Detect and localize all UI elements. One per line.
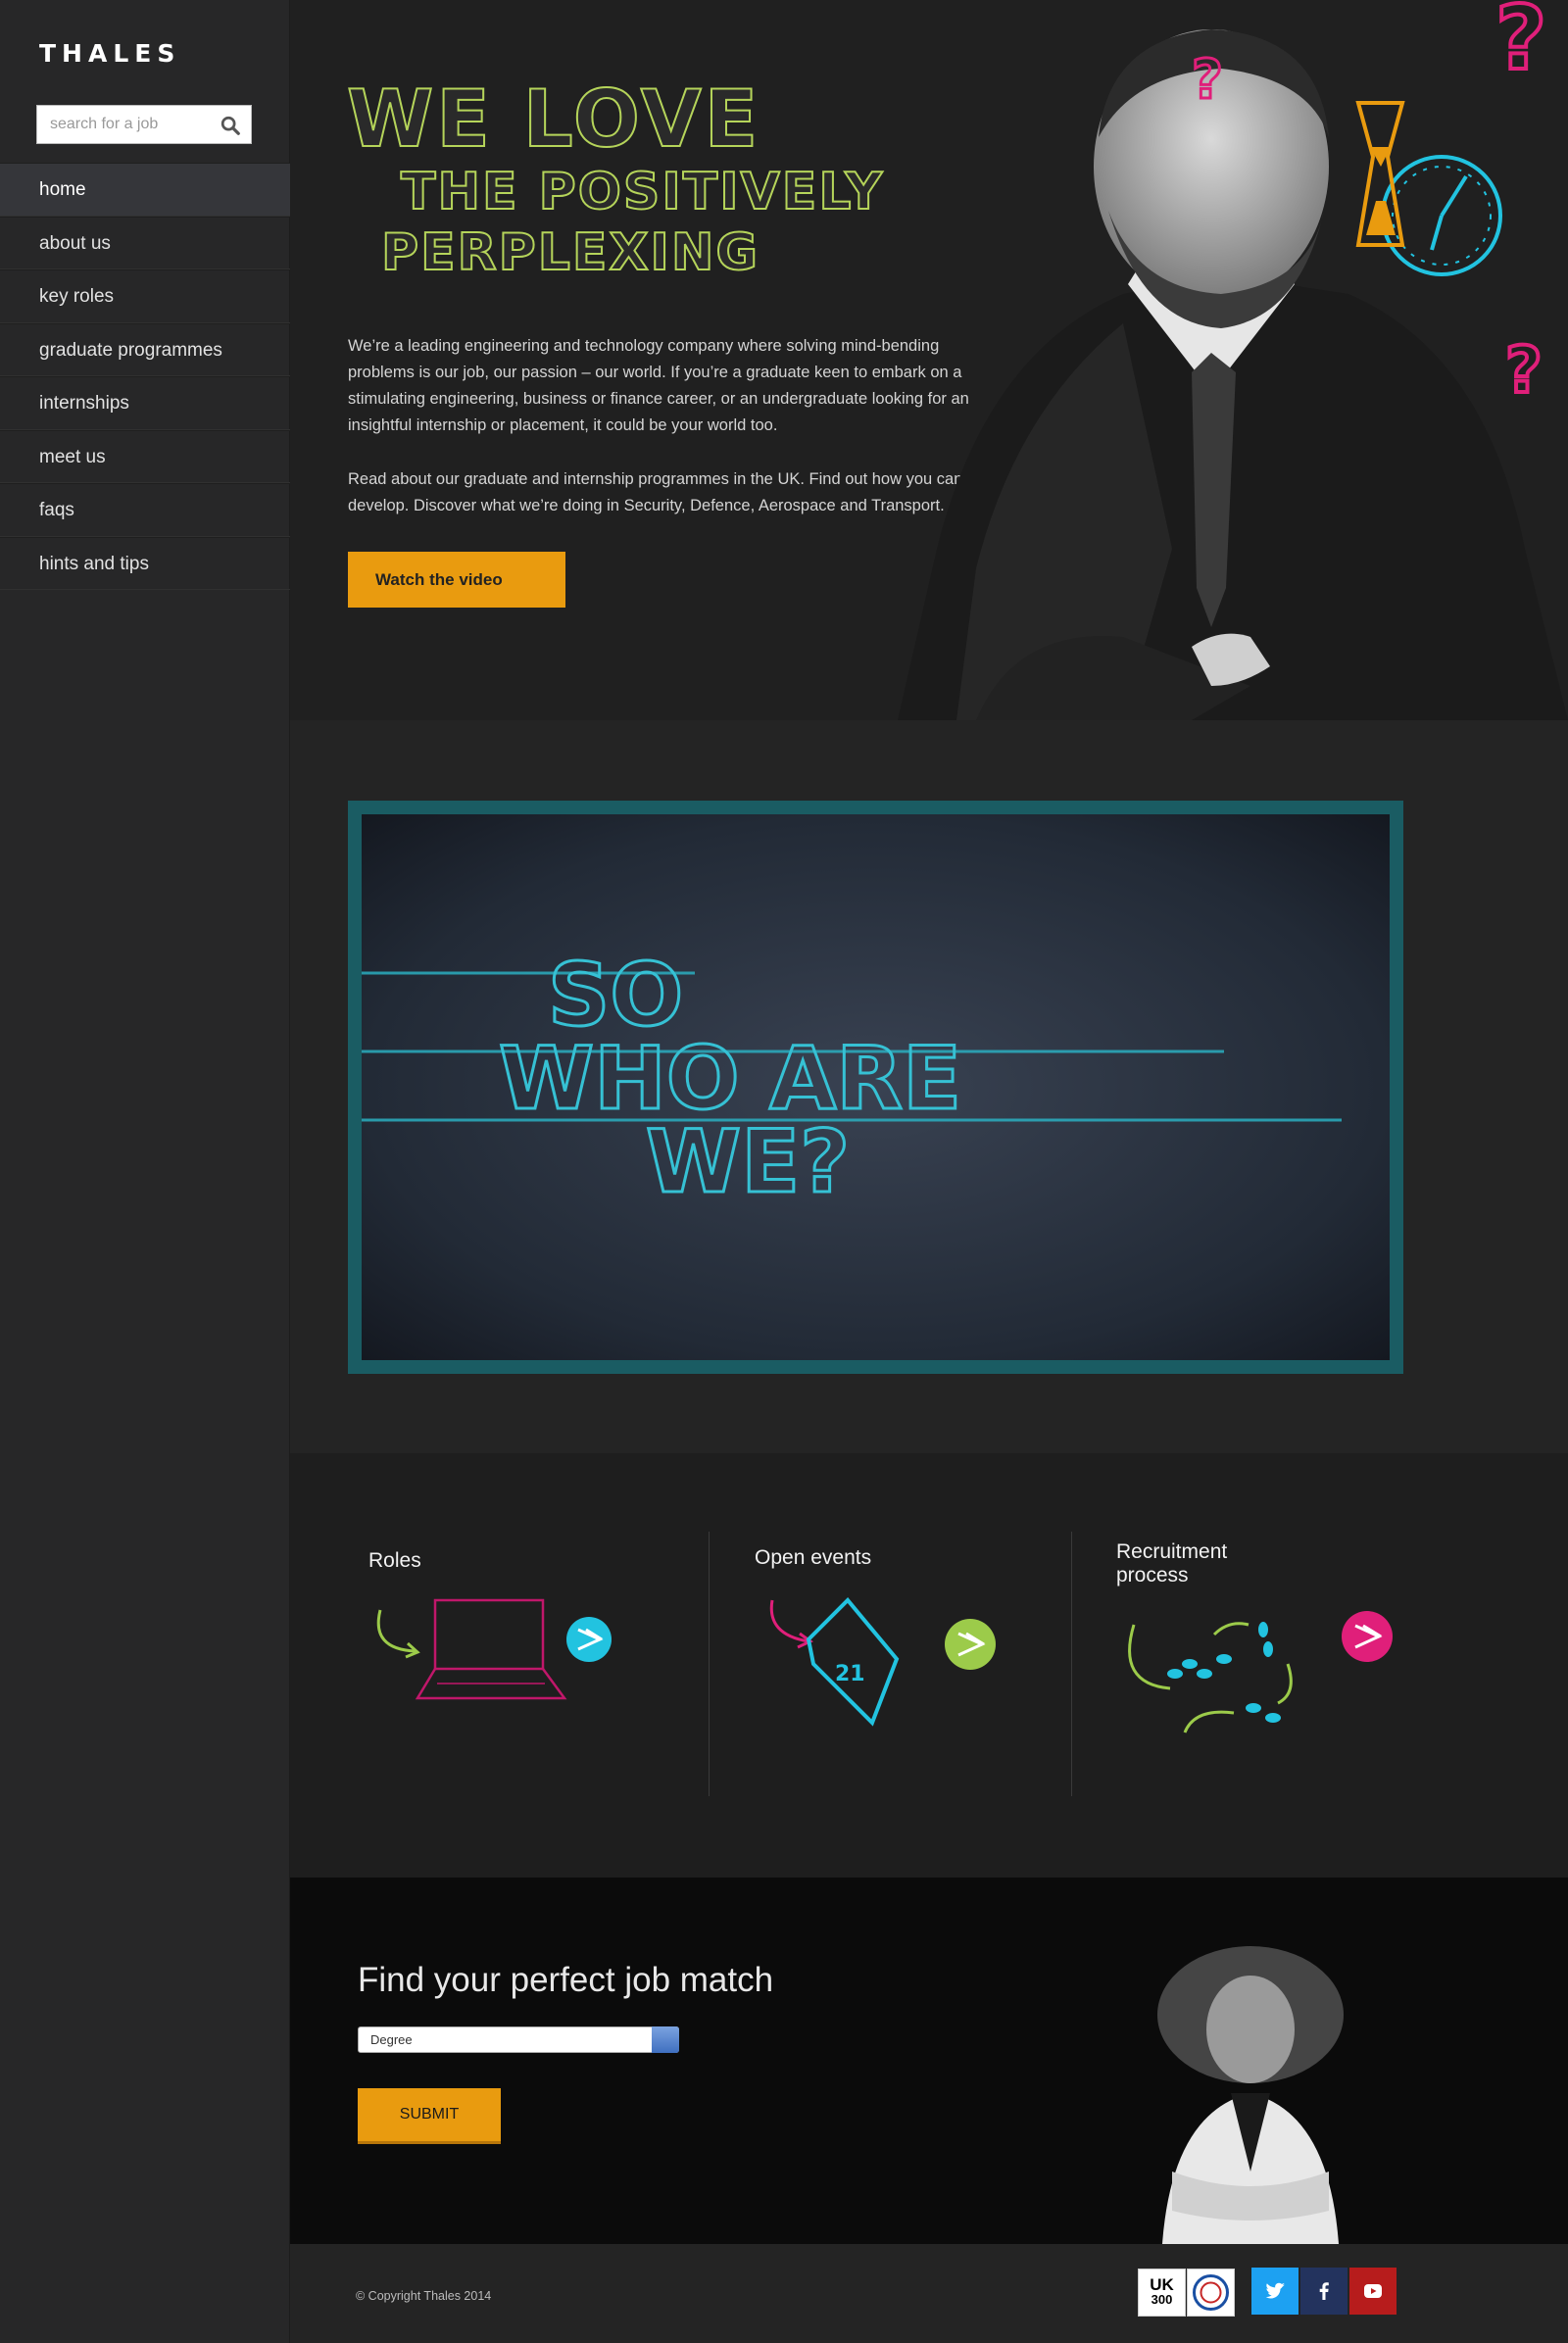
smiling-man-image: ? ? ? — [898, 0, 1568, 720]
feature-divider — [1071, 1532, 1072, 1796]
video-section: SO WHO ARE WE? — [290, 720, 1568, 1453]
nav-item-hints-and-tips[interactable]: hints and tips — [0, 536, 290, 590]
hero-title-line1: WE LOVE — [346, 73, 761, 165]
video-text-line3: WE? — [646, 1111, 850, 1212]
twitter-icon — [1265, 2282, 1285, 2299]
youtube-link[interactable] — [1349, 2268, 1396, 2315]
roles-arrow-icon — [566, 1617, 612, 1662]
svg-text:?: ? — [1505, 334, 1543, 408]
feature-recruitment-process[interactable]: Recruitment process — [1116, 1532, 1469, 1796]
submit-button[interactable]: SUBMIT — [358, 2088, 501, 2144]
uk300-badge-top: UK — [1150, 2275, 1174, 2294]
features-section: Roles Open events 21 Recruitment process — [290, 1453, 1568, 1878]
nav-item-home[interactable]: home — [0, 163, 290, 217]
video-thumbnail: SO WHO ARE WE? — [362, 944, 1342, 1214]
thales-logo[interactable]: THALES — [39, 39, 180, 68]
footsteps-icon — [1128, 1611, 1393, 1733]
search-input[interactable] — [37, 107, 204, 142]
hero-section: WE LOVE THE POSITIVELY PERPLEXING We’re … — [290, 0, 1568, 720]
uk300-badge-bottom: 300 — [1151, 2292, 1173, 2307]
hero-title-line2: THE POSITIVELY — [400, 163, 885, 221]
scientist-image — [1157, 1946, 1344, 2244]
open-events-arrow-icon — [945, 1619, 996, 1670]
calendar-icon: 21 — [769, 1597, 996, 1727]
degree-select-value: Degree — [370, 2032, 413, 2047]
feature-recruitment-process-title: Recruitment process — [1116, 1540, 1228, 1586]
hero-title-line3: PERPLEXING — [380, 223, 760, 282]
search-box — [36, 105, 252, 144]
facebook-icon — [1319, 2282, 1329, 2300]
hero-intro-text: We’re a leading engineering and technolo… — [348, 337, 969, 434]
video-player[interactable]: SO WHO ARE WE? — [348, 801, 1403, 1374]
sidebar: THALES home about us key roles graduate … — [0, 0, 290, 2343]
facebook-link[interactable] — [1300, 2268, 1348, 2315]
copyright-text: © Copyright Thales 2014 — [356, 2289, 492, 2303]
job-match-section: Find your perfect job match Degree SUBMI… — [290, 1878, 1568, 2244]
job-match-title: Find your perfect job match — [358, 1961, 774, 1999]
select-arrow-icon — [652, 2026, 679, 2053]
hero-title: WE LOVE THE POSITIVELY PERPLEXING — [346, 73, 885, 282]
youtube-icon — [1364, 2284, 1382, 2298]
svg-text:?: ? — [1495, 0, 1546, 90]
nav-item-about-us[interactable]: about us — [0, 216, 290, 269]
award-badge — [1187, 2269, 1235, 2317]
nav-item-faqs[interactable]: faqs — [0, 483, 290, 537]
nav-item-graduate-programmes[interactable]: graduate programmes — [0, 322, 290, 376]
nav-item-key-roles[interactable]: key roles — [0, 269, 290, 323]
svg-text:?: ? — [1192, 48, 1223, 111]
search-icon[interactable] — [220, 115, 241, 136]
uk300-badge: UK 300 — [1138, 2269, 1186, 2317]
nav-item-meet-us[interactable]: meet us — [0, 429, 290, 483]
calendar-day: 21 — [835, 1662, 865, 1686]
feature-roles[interactable]: Roles — [368, 1532, 682, 1796]
main-nav: home about us key roles graduate program… — [0, 163, 290, 590]
feature-roles-title: Roles — [368, 1549, 421, 1572]
footer: © Copyright Thales 2014 UK 300 — [290, 2244, 1568, 2343]
watch-video-button[interactable]: Watch the video — [348, 552, 565, 608]
feature-open-events-title: Open events — [755, 1546, 872, 1569]
recruitment-arrow-icon — [1342, 1611, 1393, 1662]
hero-secondary-text: Read about our graduate and internship p… — [348, 470, 963, 514]
laptop-icon — [376, 1598, 612, 1700]
degree-select[interactable]: Degree — [358, 2026, 679, 2053]
nav-item-internships[interactable]: internships — [0, 376, 290, 430]
feature-open-events[interactable]: Open events 21 — [755, 1532, 1068, 1796]
feature-divider — [709, 1532, 710, 1796]
twitter-link[interactable] — [1251, 2268, 1298, 2315]
